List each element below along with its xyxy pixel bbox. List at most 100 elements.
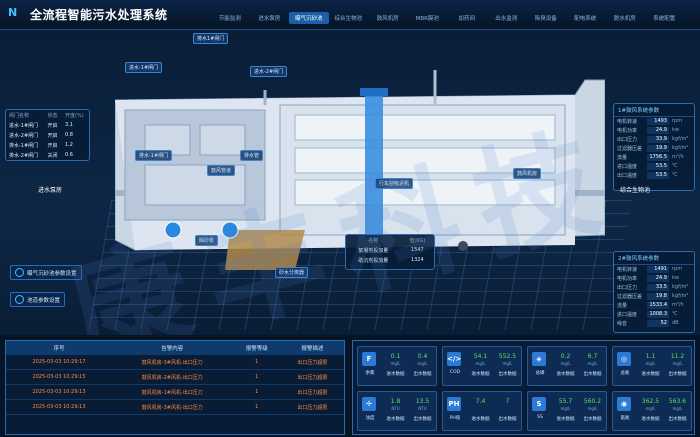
gate-label-1[interactable]: 排水1#闸门: [193, 33, 229, 44]
blower-row: 流量 1756.5 m³/h: [614, 153, 694, 162]
blower-row: 电机转速 1493 rpm: [614, 117, 694, 126]
param-name: 电机转速: [617, 119, 638, 125]
valve-name: 排水-2#闸门: [9, 152, 39, 159]
meter-icon: S: [532, 397, 546, 411]
param-unit: kgf/m²: [672, 284, 689, 290]
meter-card[interactable]: S SS 55.7 mg/L 进水数据 560.2 mg/L 出水数据: [527, 391, 607, 431]
nav-item-deodor[interactable]: 除臭设备: [526, 12, 566, 24]
meter-out-value: 0.4: [417, 353, 428, 360]
meter-in-value: 7.4: [475, 398, 486, 405]
nav-item-bio-tank[interactable]: 综合生物池: [329, 12, 369, 24]
meter-in-label: 进水数据: [471, 417, 490, 422]
param-name: 过滤器压差: [617, 146, 643, 152]
blower-row: 电机功率 24.9 kw: [614, 274, 694, 283]
blower-row: 流量 1533.4 m³/h: [614, 301, 694, 310]
nav-item-inlet-pump[interactable]: 进水泵房: [250, 12, 290, 24]
meter-in-value: 0.1: [390, 353, 401, 360]
valve-col-status: 状态: [47, 112, 58, 119]
air-pipe-label[interactable]: 鼓风管道: [207, 165, 236, 176]
meter-name: 总氮: [620, 371, 630, 376]
valve-col-name: 闸门名称: [9, 112, 30, 119]
meter-name: 余氯: [365, 371, 375, 376]
param-name: 进口温度: [617, 312, 638, 318]
alarm-desc: 出口压力超限: [280, 384, 344, 400]
channel-settings-button[interactable]: 池道参数设置: [10, 292, 66, 307]
nav-item-mbr[interactable]: MBR膜池: [408, 12, 448, 24]
table-row[interactable]: 2025-03-03 10:29:13 鼓风机房-1#风机-出口压力 1 出口压…: [6, 384, 344, 400]
meter-out-value: 560.2: [583, 398, 602, 405]
meter-in-unit: mg/L: [390, 361, 401, 366]
table-row[interactable]: 2025-03-03 10:29:13 鼓风机房-3#风机-出口压力 1 出口压…: [6, 399, 344, 415]
meter-name: 浊度: [365, 416, 375, 421]
top-bar: N 全流程智能污水处理系统 节能监测 进水泵房 曝气沉砂池 综合生物池 鼓风机房…: [0, 0, 700, 30]
meter-out-unit: mg/L: [587, 361, 598, 366]
blower-row: 进口温度 53.5 ℃: [614, 162, 694, 171]
meter-card[interactable]: ◎ 总氮 1.1 mg/L 进水数据 11.2 mg/L 出水数据: [612, 346, 692, 386]
meter-out-unit: mg/L: [417, 361, 428, 366]
meter-in-label: 进水数据: [556, 417, 575, 422]
meter-out-label: 出水数据: [413, 372, 432, 377]
meter-card[interactable]: </> COD 54.1 mg/L 进水数据 552.5 mg/L 出水数据: [442, 346, 522, 386]
table-row[interactable]: 2025-03-03 10:29:15 鼓风机房-2#风机-出口压力 1 出口压…: [6, 369, 344, 385]
blower-row: 出口温度 53.5 ℃: [614, 171, 694, 180]
app-title: 全流程智能污水处理系统: [30, 8, 168, 22]
table-row: 排水-1#闸门 开启 1.2: [6, 140, 89, 150]
nav-item-blower[interactable]: 鼓风机房: [368, 12, 408, 24]
meter-icon: ◉: [617, 397, 631, 411]
meter-card[interactable]: PH PH值 7.4 进水数据 7 出水数据: [442, 391, 522, 431]
meter-out-value: 563.6: [668, 398, 687, 405]
meter-in-value: 1.1: [645, 353, 656, 360]
meter-out-value: 7: [505, 398, 510, 405]
blower-row: 出口压力 33.9 kgf/m²: [614, 135, 694, 144]
nav-item-energy[interactable]: 节能监测: [210, 12, 250, 24]
nav-item-outlet[interactable]: 出水监测: [487, 12, 527, 24]
gate-label-in1[interactable]: 进水-1#闸门: [125, 62, 163, 73]
blower-row: 过滤器压差 19.9 kgf/m²: [614, 144, 694, 153]
meter-in-unit: mg/L: [560, 406, 571, 411]
alarm-desc: 出口压力超限: [280, 399, 344, 415]
blower1-title: 1#鼓风系统参数: [614, 104, 694, 117]
table-row[interactable]: 2025-03-03 10:29:17 鼓风机房-3#风机-出口压力 1 出口压…: [6, 355, 344, 370]
alarm-col-content: 告警内容: [111, 341, 233, 355]
param-unit: ℃: [672, 311, 678, 317]
meter-in-unit: mg/L: [475, 361, 486, 366]
water-pipe-label[interactable]: 排水管: [240, 150, 264, 161]
meter-in-value: 1.8: [390, 398, 401, 405]
nav-item-dosing[interactable]: 加药间: [447, 12, 487, 24]
param-name: 出口温度: [617, 173, 638, 179]
valve-open: 0.6: [65, 152, 73, 158]
meter-name: PH值: [449, 416, 461, 421]
meter-in-label: 进水数据: [386, 372, 405, 377]
alarm-content: 鼓风机房-1#风机-出口压力: [111, 384, 233, 400]
blower1-panel: 1#鼓风系统参数 电机转速 1493 rpm 电机功率 24.9 kw 出口压力 33.9…: [613, 103, 695, 191]
meter-in-label: 进水数据: [641, 417, 660, 422]
alarm-col-level: 报警等级: [232, 341, 281, 355]
gate-label-out1[interactable]: 排水-1#闸门: [135, 150, 173, 161]
blower-row: 进口温度 1008.3 ℃: [614, 310, 694, 319]
meter-card[interactable]: ◉ 氨氮 362.5 mg/L 进水数据 563.6 mg/L 出水数据: [612, 391, 692, 431]
meter-card[interactable]: F 余氯 0.1 mg/L 进水数据 0.4 mg/L 出水数据: [357, 346, 437, 386]
meter-out-label: 出水数据: [498, 372, 517, 377]
param-value: 33.5: [647, 284, 669, 291]
channel-settings-label: 池道参数设置: [27, 297, 61, 304]
meter-out-label: 出水数据: [498, 417, 517, 422]
nav-item-dewater[interactable]: 脱水机房: [605, 12, 645, 24]
valve-name: 进水-1#闸门: [9, 122, 39, 129]
meter-card[interactable]: ✢ 浊度 1.8 NTU 进水数据 13.5 NTU 出水数据: [357, 391, 437, 431]
gate-label-in2[interactable]: 进水-2#闸门: [250, 66, 288, 77]
param-unit: kgf/m²: [672, 136, 689, 142]
blower2-title: 2#鼓风系统参数: [614, 252, 694, 265]
nav-item-power[interactable]: 配电系统: [566, 12, 606, 24]
meter-in-value: 54.1: [473, 353, 488, 360]
param-name: 出口压力: [617, 285, 638, 291]
meter-out-unit: mg/L: [587, 406, 598, 411]
param-name: 噪音: [617, 321, 628, 327]
alarm-level: 1: [232, 355, 281, 370]
nav-item-aeration-grit[interactable]: 曝气沉砂池: [289, 12, 329, 24]
param-value: 1493: [647, 118, 669, 125]
blower-row: 电机功率 24.9 kw: [614, 126, 694, 135]
alarm-level: 1: [232, 369, 281, 385]
valve-status: 开启: [47, 142, 58, 149]
nav-item-config[interactable]: 系统配置: [645, 12, 685, 24]
meter-card[interactable]: ◈ 总磷 0.2 mg/L 进水数据 6.7 mg/L 出水数据: [527, 346, 607, 386]
